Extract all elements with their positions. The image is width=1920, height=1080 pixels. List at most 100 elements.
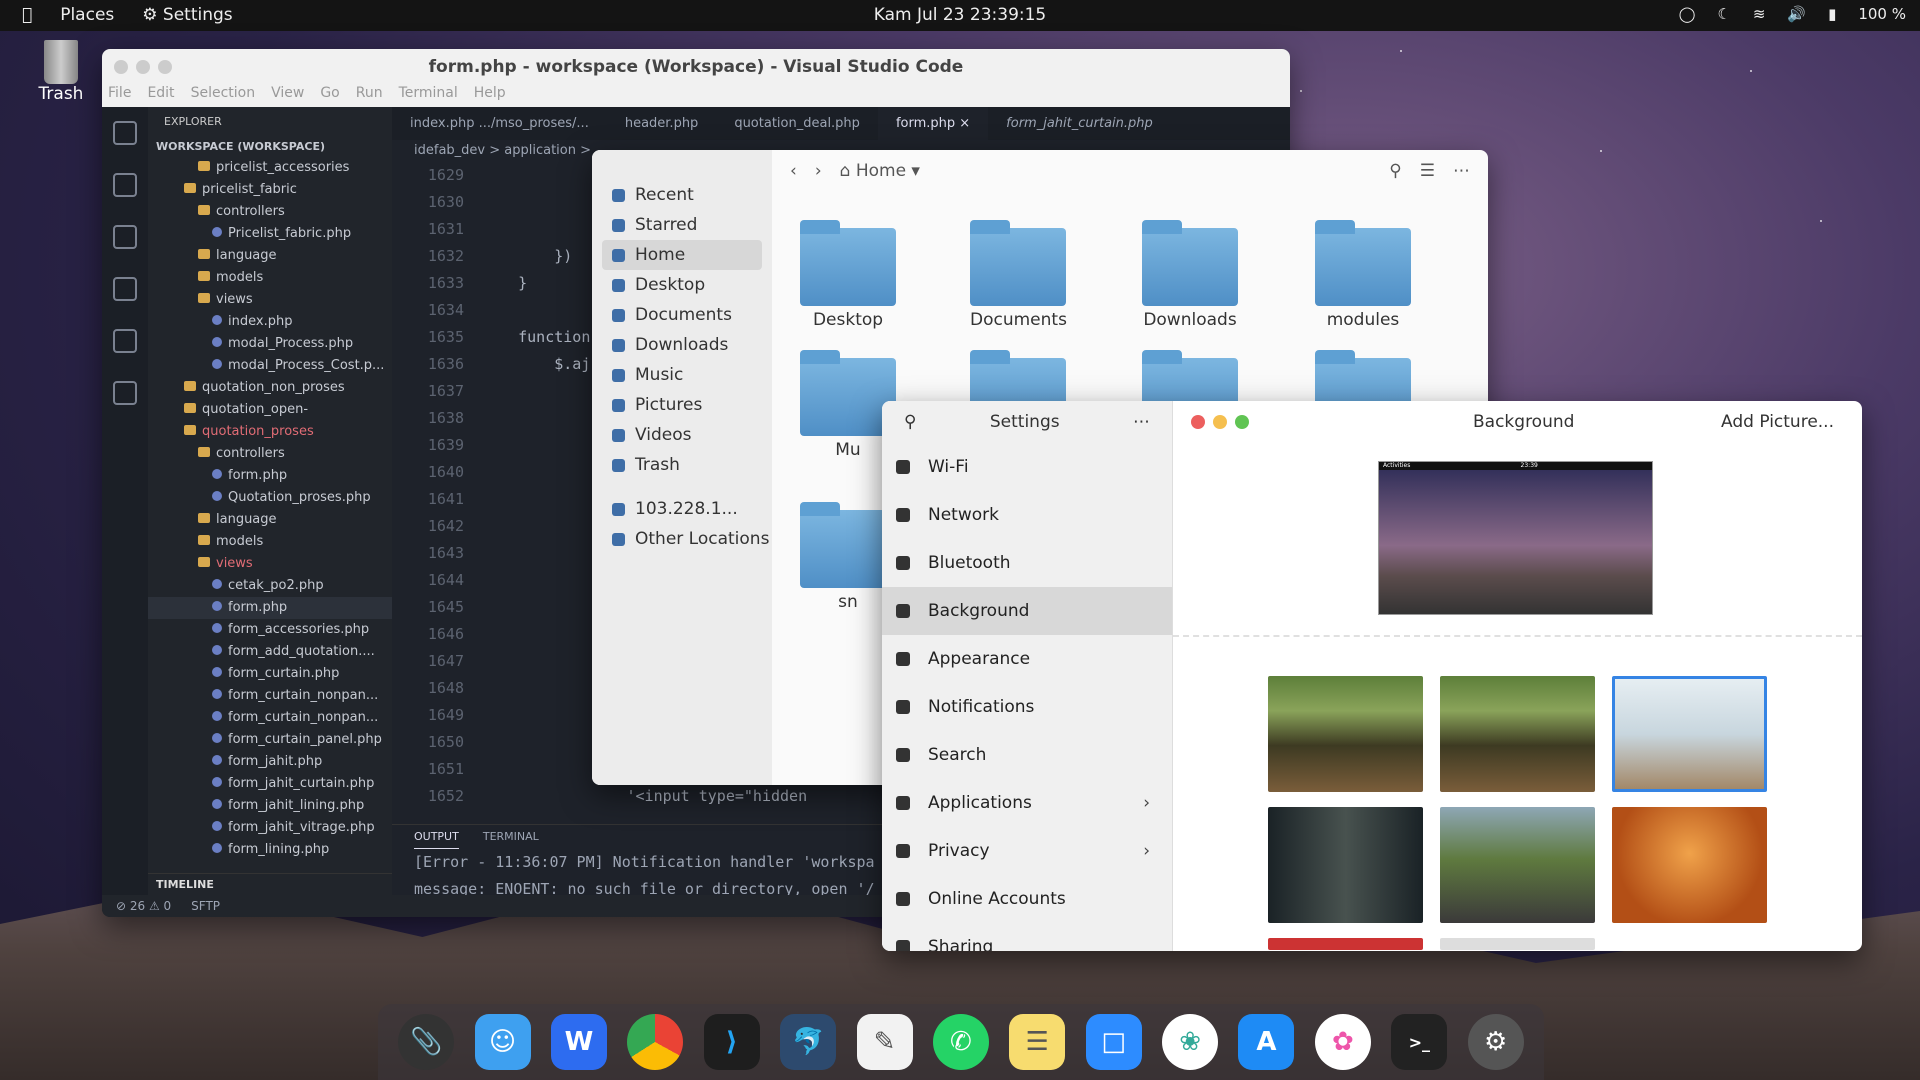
tree-item[interactable]: form_accessories.php [148,619,392,641]
dock-fan-app[interactable]: ❀ [1162,1014,1219,1070]
menu-run[interactable]: Run [356,85,383,107]
tree-item[interactable]: language [148,509,392,531]
sidebar-item-pictures[interactable]: Pictures [592,390,772,420]
settings-item-appearance[interactable]: Appearance [882,635,1172,683]
tree-item[interactable]: models [148,531,392,553]
tree-item[interactable]: form_jahit.php [148,751,392,773]
menu-go[interactable]: Go [320,85,339,107]
dock-chrome-app[interactable] [627,1014,684,1070]
tree-item[interactable]: modal_Process.php [148,333,392,355]
source-control-icon[interactable] [113,225,137,249]
tree-item[interactable]: form_curtain_nonpan... [148,685,392,707]
tab-index-php[interactable]: index.php .../mso_proses/... [392,107,607,140]
folder-modules[interactable]: modules [1315,220,1411,330]
dock-attachment-app[interactable]: 📎 [398,1014,455,1070]
search-icon[interactable]: ⚲ [904,412,916,432]
menu-edit[interactable]: Edit [147,85,174,107]
sftp-status[interactable]: SFTP [191,895,220,917]
wallpaper-forest-1[interactable] [1268,676,1423,792]
menu-icon[interactable]: ⋯ [1453,161,1470,181]
tab-form-jahit-curtain[interactable]: form_jahit_curtain.php [988,107,1171,140]
tree-item[interactable]: quotation_open- [148,399,392,421]
settings-item-notifications[interactable]: Notifications [882,683,1172,731]
folder-documents[interactable]: Documents [970,220,1067,330]
tree-item[interactable]: form_lining.php [148,839,392,861]
run-debug-icon[interactable] [113,277,137,301]
dock-terminal-app[interactable]: >_ [1391,1014,1448,1070]
menu-view[interactable]: View [271,85,304,107]
tree-item[interactable]: controllers [148,443,392,465]
dock-vscode-app[interactable]: ⟩ [703,1014,760,1070]
sidebar-item-starred[interactable]: Starred [592,210,772,240]
tree-item[interactable]: form_curtain_panel.php [148,729,392,751]
sidebar-item-other-locations[interactable]: Other Locations [592,524,772,554]
menu-help[interactable]: Help [474,85,506,107]
tree-item[interactable]: form.php [148,465,392,487]
tree-item[interactable]: models [148,267,392,289]
tree-item[interactable]: form_add_quotation.... [148,641,392,663]
workspace-header[interactable]: WORKSPACE (WORKSPACE) [148,137,392,157]
sidebar-item-home[interactable]: Home [602,240,762,270]
dock-appstore-app[interactable]: A [1238,1014,1295,1070]
dock-texteditor-app[interactable]: ✎ [856,1014,913,1070]
close-button[interactable] [1191,415,1205,429]
tree-item[interactable]: form_jahit_curtain.php [148,773,392,795]
wallpaper-orange[interactable] [1612,807,1767,923]
tab-header-php[interactable]: header.php [607,107,716,140]
minimize-button[interactable] [1213,415,1227,429]
settings-item-privacy[interactable]: Privacy › [882,827,1172,875]
tab-quotation-deal-php[interactable]: quotation_deal.php [716,107,878,140]
volume-icon[interactable]: 🔊 [1787,5,1806,23]
maximize-button[interactable] [1235,415,1249,429]
wallpaper-bridge[interactable] [1440,807,1595,923]
add-picture-button[interactable]: Add Picture... [1721,412,1834,432]
wallpaper-red[interactable] [1268,938,1423,950]
settings-item-applications[interactable]: Applications › [882,779,1172,827]
settings-item-network[interactable]: Network [882,491,1172,539]
wallpaper-table-selected[interactable] [1612,676,1767,792]
problems-status[interactable]: ⊘ 26 ⚠ 0 [116,895,171,917]
tree-item[interactable]: pricelist_fabric [148,179,392,201]
dock-finder-app[interactable]: ☺ [474,1014,531,1070]
back-icon[interactable]: ‹ [790,161,797,181]
sidebar-item-downloads[interactable]: Downloads [592,330,772,360]
clock[interactable]: Kam Jul 23 23:39:15 [0,5,1920,25]
sidebar-item-trash[interactable]: Trash [592,450,772,480]
menu-icon[interactable]: ⋯ [1133,412,1150,432]
tree-item[interactable]: cetak_po2.php [148,575,392,597]
tree-item[interactable]: Quotation_proses.php [148,487,392,509]
sidebar-item-recent[interactable]: Recent [592,180,772,210]
dock-settings-app[interactable]: ⚙ [1467,1014,1524,1070]
tree-item[interactable]: form_jahit_vitrage.php [148,817,392,839]
dock-mysql-app[interactable]: 🐬 [780,1014,837,1070]
tree-item[interactable]: quotation_non_proses [148,377,392,399]
close-button[interactable] [114,60,128,74]
menu-terminal[interactable]: Terminal [399,85,458,107]
tree-item[interactable]: index.php [148,311,392,333]
tab-form-php[interactable]: form.php × [877,107,989,140]
tree-item[interactable]: form.php [148,597,392,619]
timeline-section[interactable]: TIMELINE [148,873,392,895]
tree-item[interactable]: Pricelist_fabric.php [148,223,392,245]
search-icon[interactable]: ⚲ [1389,161,1401,181]
tree-item[interactable]: views [148,289,392,311]
settings-item-sharing[interactable]: Sharing [882,923,1172,951]
desktop-trash[interactable]: Trash [38,40,84,104]
tab-terminal[interactable]: TERMINAL [483,825,539,849]
tree-item[interactable]: modal_Process_Cost.p... [148,355,392,377]
wallpaper-forest-2[interactable] [1440,676,1595,792]
search-icon[interactable] [113,173,137,197]
tree-item[interactable]: views [148,553,392,575]
wallpaper-grey[interactable] [1440,938,1595,950]
settings-item-search[interactable]: Search [882,731,1172,779]
maximize-button[interactable] [158,60,172,74]
sidebar-item-videos[interactable]: Videos [592,420,772,450]
wallpaper-subway[interactable] [1268,807,1423,923]
battery-icon[interactable]: ▮ [1828,5,1836,23]
dock-notes-app[interactable]: ☰ [1009,1014,1066,1070]
settings-item-bluetooth[interactable]: Bluetooth [882,539,1172,587]
dock-photos-app[interactable]: ✿ [1314,1014,1371,1070]
tree-item[interactable]: form_curtain_nonpan... [148,707,392,729]
folder-desktop[interactable]: Desktop [800,220,896,330]
sidebar-item-music[interactable]: Music [592,360,772,390]
